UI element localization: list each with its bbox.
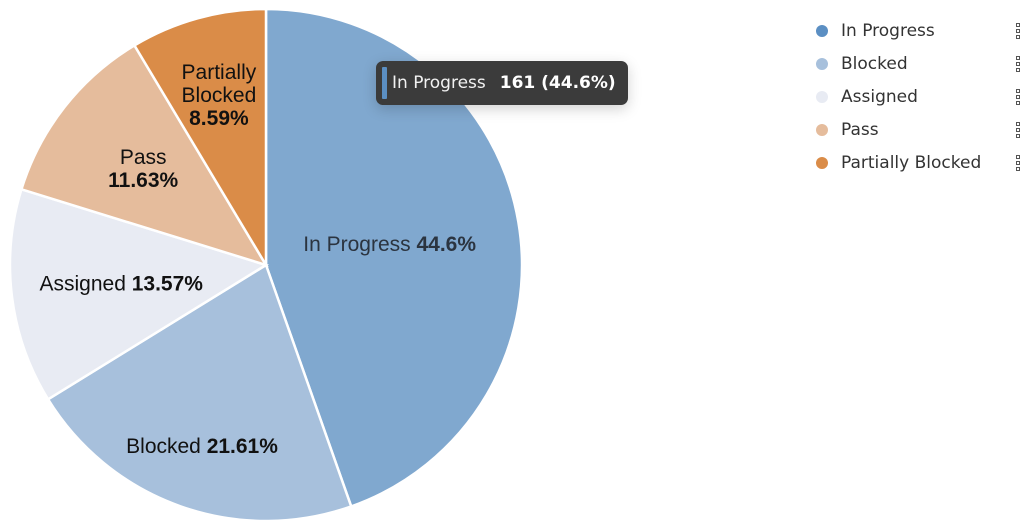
legend-swatch: [816, 156, 828, 169]
tooltip-swatch: [382, 67, 387, 99]
legend-swatch: [816, 24, 828, 37]
tooltip-value: 161 (44.6%): [499, 73, 616, 93]
legend-label: Pass: [841, 119, 879, 140]
legend-label: Partially Blocked: [841, 152, 982, 173]
drag-handle-icon[interactable]: [1016, 122, 1022, 138]
drag-handle-icon[interactable]: [1016, 155, 1022, 171]
drag-handle-icon[interactable]: [1016, 89, 1022, 105]
legend-swatch: [816, 90, 828, 103]
legend-label: Blocked: [841, 53, 908, 74]
legend: In Progress Blocked Assigned Pass Partia…: [814, 14, 1026, 179]
legend-label: Assigned: [841, 86, 918, 107]
slice-label: Blocked 21.61%: [126, 435, 278, 458]
slice-label: In Progress 44.6%: [303, 233, 476, 256]
drag-handle-icon[interactable]: [1016, 56, 1022, 72]
slice-label: Assigned 13.57%: [40, 272, 204, 295]
legend-item-assigned[interactable]: Assigned: [814, 80, 1026, 113]
tooltip-label: In Progress: [392, 73, 486, 93]
legend-item-in-progress[interactable]: In Progress: [814, 14, 1026, 47]
tooltip: In Progress 161 (44.6%): [376, 61, 628, 105]
legend-swatch: [816, 57, 828, 70]
legend-swatch: [816, 123, 828, 136]
legend-item-partially-blocked[interactable]: Partially Blocked: [814, 146, 1026, 179]
slice-label: Partially Blocked 8.59%: [182, 61, 257, 130]
legend-item-pass[interactable]: Pass: [814, 113, 1026, 146]
legend-label: In Progress: [841, 20, 935, 41]
drag-handle-icon[interactable]: [1016, 23, 1022, 39]
legend-item-blocked[interactable]: Blocked: [814, 47, 1026, 80]
